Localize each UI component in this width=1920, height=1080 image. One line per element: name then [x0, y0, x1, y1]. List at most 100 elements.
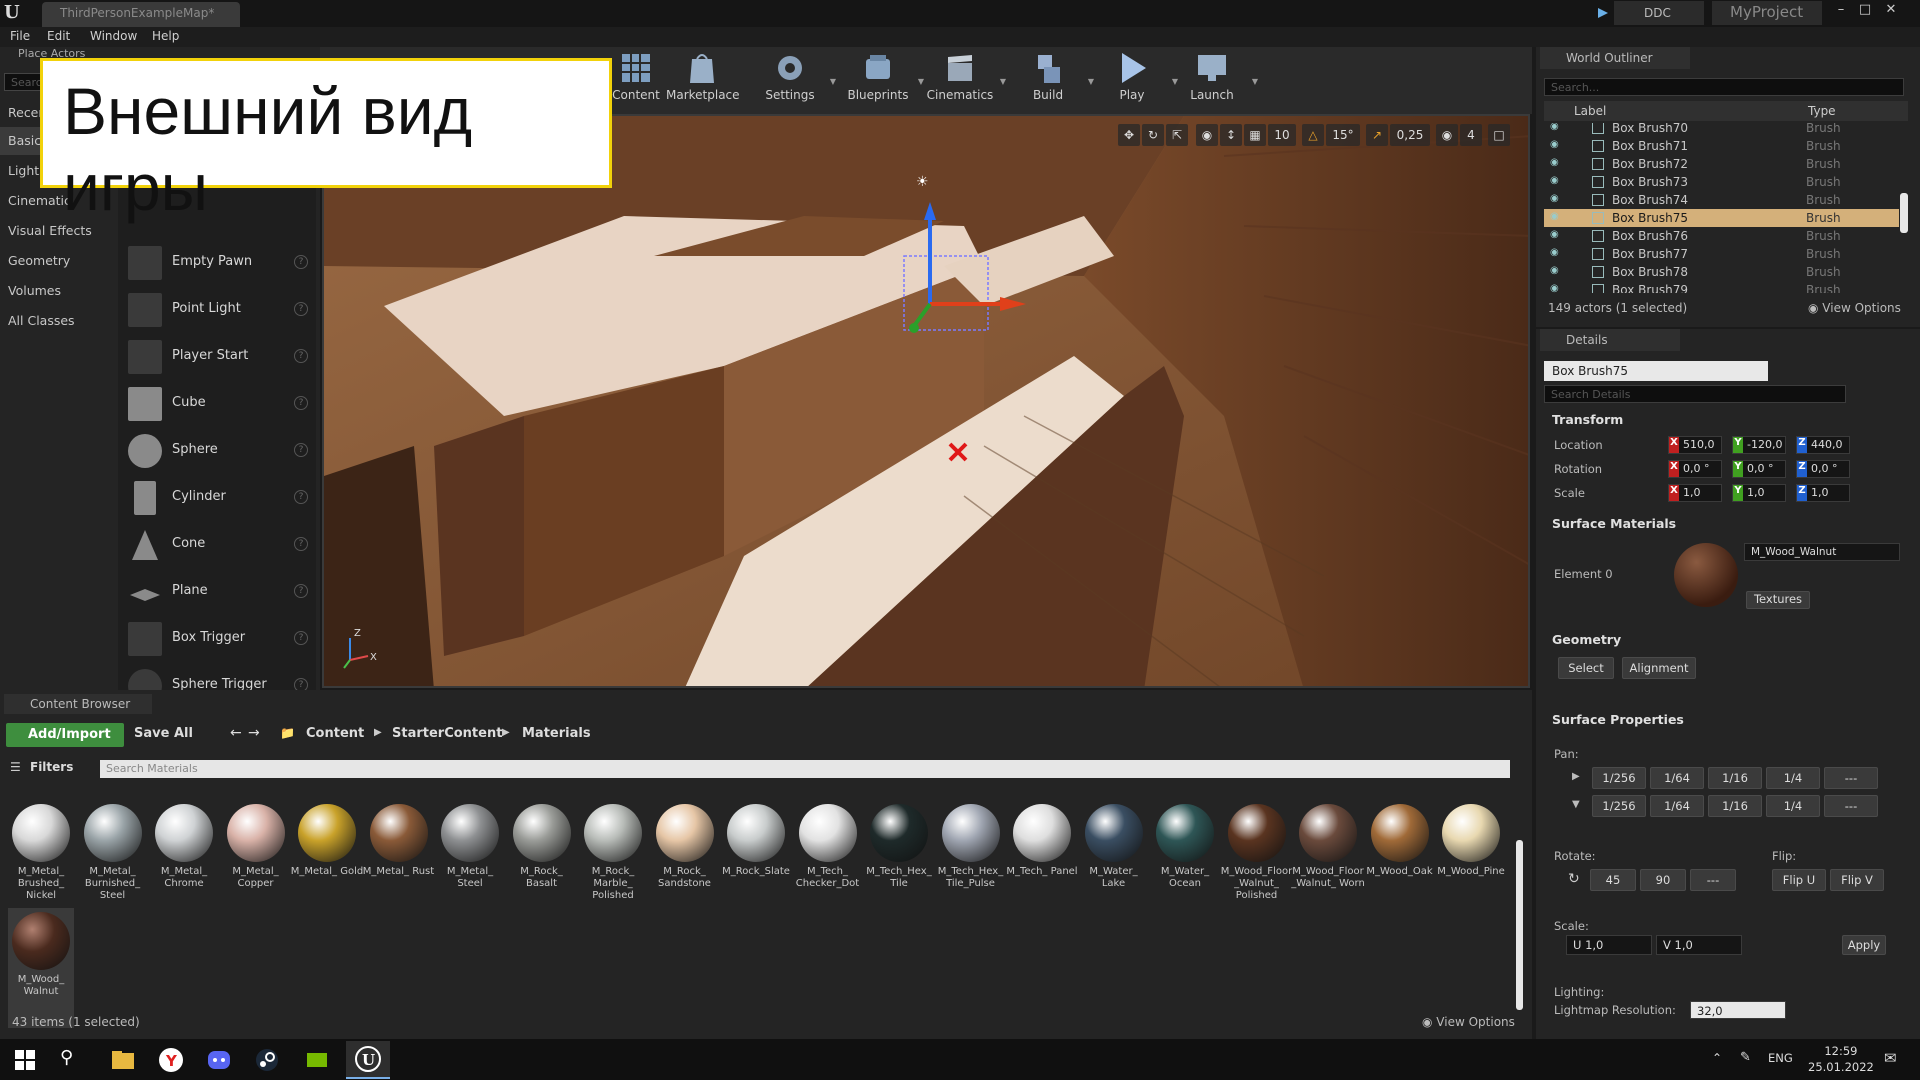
outliner-row[interactable]: ◉ Box Brush73 Brush — [1544, 173, 1899, 191]
world-space-icon[interactable]: ◉ — [1196, 124, 1218, 146]
breadcrumb-starter-content[interactable]: StarterContent — [392, 726, 502, 741]
asset-tile[interactable]: M_Wood_Oak — [1366, 800, 1433, 920]
search-icon[interactable]: ⚲ — [60, 1047, 86, 1073]
sources-toggle-icon[interactable]: ☰ — [10, 760, 21, 774]
location-z[interactable]: Z 440,0 — [1796, 436, 1850, 454]
eye-icon[interactable]: ◉ — [1550, 283, 1559, 293]
camera-speed-icon[interactable]: ◉ — [1436, 124, 1458, 146]
source-control-icon[interactable] — [1596, 6, 1610, 20]
asset-tile[interactable]: M_Metal_ Steel — [437, 800, 503, 920]
asset-tile[interactable]: M_Rock_Slate — [722, 800, 790, 920]
rotation-y[interactable]: Y 0,0 ° — [1732, 460, 1786, 478]
location-y[interactable]: Y -120,0 — [1732, 436, 1786, 454]
outliner-row[interactable]: ◉ Box Brush79 Brush — [1544, 281, 1899, 293]
rotate-mode-icon[interactable]: ↻ — [1142, 124, 1164, 146]
help-icon[interactable]: ? — [294, 443, 308, 457]
details-search[interactable]: Search Details — [1544, 385, 1846, 403]
textures-dropdown[interactable]: Textures — [1746, 591, 1810, 609]
windows-start-icon[interactable] — [12, 1047, 38, 1073]
category-all-classes[interactable]: All Classes — [0, 307, 118, 335]
help-icon[interactable]: ? — [294, 584, 308, 598]
pan-u-256[interactable]: 1/256 — [1592, 767, 1646, 789]
section-surface-materials[interactable]: Surface Materials — [1542, 513, 1912, 535]
steam-icon[interactable] — [254, 1047, 280, 1073]
content-search[interactable]: Search Materials — [100, 760, 1510, 778]
asset-tile[interactable]: M_Metal_ Burnished_ Steel — [80, 800, 146, 920]
translate-mode-icon[interactable]: ✥ — [1118, 124, 1140, 146]
taskbar-clock[interactable]: 12:59 25.01.2022 — [1808, 1043, 1874, 1075]
scale-u-field[interactable]: U 1,0 — [1566, 935, 1652, 955]
scale-y[interactable]: Y 1,0 — [1732, 484, 1786, 502]
chevron-down-icon[interactable]: ▼ — [830, 77, 836, 86]
pen-icon[interactable]: ✎ — [1740, 1050, 1751, 1065]
pan-v-16[interactable]: 1/16 — [1708, 795, 1762, 817]
pan-v-256[interactable]: 1/256 — [1592, 795, 1646, 817]
actor-item-cylinder[interactable]: Cylinder ? — [124, 474, 314, 520]
help-icon[interactable]: ? — [294, 302, 308, 316]
back-arrow-icon[interactable]: ← — [230, 725, 242, 741]
actor-item-cube[interactable]: Cube ? — [124, 380, 314, 426]
location-label[interactable]: Location — [1554, 438, 1603, 452]
help-icon[interactable]: ? — [294, 631, 308, 645]
asset-tile[interactable]: M_Metal_ Gold — [291, 800, 363, 920]
outliner-row-selected[interactable]: ◉ Box Brush75 Brush — [1544, 209, 1899, 227]
discord-icon[interactable] — [206, 1047, 232, 1073]
asset-tile[interactable]: M_Water_ Lake — [1081, 800, 1147, 920]
help-icon[interactable]: ? — [294, 349, 308, 363]
document-tab[interactable]: ThirdPersonExampleMap* — [42, 2, 240, 27]
asset-tile[interactable]: M_Wood_Floor _Walnut_ Worn — [1291, 800, 1365, 920]
pan-u-16[interactable]: 1/16 — [1708, 767, 1762, 789]
apply-button[interactable]: Apply — [1842, 935, 1886, 955]
menu-window[interactable]: Window — [90, 29, 137, 43]
close-icon[interactable]: ✕ — [1880, 2, 1902, 20]
yandex-browser-icon[interactable]: Y — [158, 1047, 184, 1073]
rotation-z[interactable]: Z 0,0 ° — [1796, 460, 1850, 478]
nvidia-icon[interactable] — [304, 1047, 330, 1073]
unreal-engine-taskbar-button[interactable]: U — [346, 1041, 390, 1079]
category-geometry[interactable]: Geometry — [0, 247, 118, 275]
scale-x[interactable]: X 1,0 — [1668, 484, 1722, 502]
scale-snap-icon[interactable]: ↗ — [1366, 124, 1388, 146]
scale-snap-value[interactable]: 0,25 — [1390, 124, 1430, 146]
toolbar-blueprints-button[interactable]: Blueprints ▼ — [842, 51, 924, 111]
maximize-viewport-icon[interactable]: □ — [1488, 124, 1510, 146]
section-transform[interactable]: Transform — [1542, 409, 1912, 431]
rotation-snap-value[interactable]: 15° — [1326, 124, 1360, 146]
menu-file[interactable]: File — [10, 29, 30, 43]
help-icon[interactable]: ? — [294, 537, 308, 551]
filters-dropdown[interactable]: Filters — [30, 760, 73, 774]
forward-arrow-icon[interactable]: → — [248, 725, 260, 741]
content-browser-tab[interactable]: Content Browser — [4, 694, 152, 714]
scale-z[interactable]: Z 1,0 — [1796, 484, 1850, 502]
geometry-select-button[interactable]: Select — [1558, 657, 1614, 679]
actor-item-point-light[interactable]: Point Light ? — [124, 286, 314, 332]
help-icon[interactable]: ? — [294, 255, 308, 269]
content-scrollbar[interactable] — [1516, 840, 1523, 1010]
actor-item-box-trigger[interactable]: Box Trigger ? — [124, 615, 314, 661]
asset-tile[interactable]: M_Water_ Ocean — [1152, 800, 1218, 920]
section-surface-properties[interactable]: Surface Properties — [1542, 709, 1912, 731]
toolbar-cinematics-button[interactable]: Cinematics ▼ — [924, 51, 1006, 111]
world-outliner-tab[interactable]: World Outliner — [1540, 47, 1690, 69]
eye-icon[interactable]: ◉ — [1550, 229, 1559, 240]
save-all-button[interactable]: Save All — [134, 726, 193, 741]
pan-v-4[interactable]: 1/4 — [1766, 795, 1820, 817]
pan-u-4[interactable]: 1/4 — [1766, 767, 1820, 789]
help-icon[interactable]: ? — [294, 396, 308, 410]
eye-icon[interactable]: ◉ — [1550, 157, 1559, 168]
material-thumbnail[interactable] — [1674, 543, 1738, 607]
outliner-row[interactable]: ◉ Box Brush70 Brush — [1544, 123, 1899, 137]
eye-icon[interactable]: ◉ — [1550, 123, 1559, 132]
file-explorer-icon[interactable] — [110, 1047, 136, 1073]
rotation-x[interactable]: X 0,0 ° — [1668, 460, 1722, 478]
content-view-options[interactable]: ◉ View Options — [1422, 1015, 1515, 1029]
scale-v-field[interactable]: V 1,0 — [1656, 935, 1742, 955]
asset-tile[interactable]: M_Wood_Floor _Walnut_ Polished — [1221, 800, 1292, 920]
outliner-search[interactable]: Search... — [1544, 78, 1904, 96]
location-x[interactable]: X 510,0 — [1668, 436, 1722, 454]
maximize-icon[interactable]: □ — [1854, 2, 1876, 20]
surface-snap-icon[interactable]: ↕ — [1220, 124, 1242, 146]
menu-help[interactable]: Help — [152, 29, 179, 43]
flip-u-button[interactable]: Flip U — [1772, 869, 1826, 891]
actor-item-plane[interactable]: Plane ? — [124, 568, 314, 614]
